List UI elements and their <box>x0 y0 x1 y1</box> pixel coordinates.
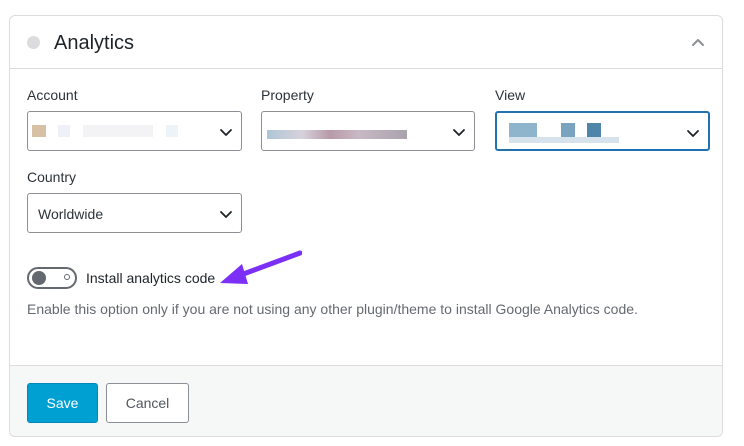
status-dot <box>27 36 40 49</box>
redacted-value <box>509 123 537 137</box>
redacted-value <box>83 125 153 137</box>
chevron-down-icon <box>452 125 466 139</box>
panel-footer: Save Cancel <box>10 365 722 436</box>
cancel-button[interactable]: Cancel <box>106 383 189 423</box>
panel-header[interactable]: Analytics <box>10 16 722 69</box>
help-text: Enable this option only if you are not u… <box>27 301 638 317</box>
toggle-knob <box>32 271 46 285</box>
arrow-icon <box>216 250 303 295</box>
chevron-down-icon <box>219 207 233 221</box>
install-analytics-toggle[interactable] <box>27 267 77 289</box>
redacted-value <box>166 125 178 137</box>
view-select[interactable] <box>495 111 710 151</box>
toggle-off-indicator <box>64 274 70 280</box>
redacted-value <box>509 137 619 143</box>
redacted-value <box>561 123 575 137</box>
redacted-value <box>58 125 70 137</box>
redacted-value <box>587 123 601 137</box>
view-label: View <box>495 87 526 103</box>
chevron-up-icon[interactable] <box>688 32 708 52</box>
redacted-value <box>267 130 407 139</box>
country-label: Country <box>27 169 77 185</box>
analytics-panel: Analytics Account Property View Country … <box>9 15 723 437</box>
country-select[interactable]: Worldwide <box>27 193 242 233</box>
country-value: Worldwide <box>38 206 104 222</box>
chevron-down-icon <box>686 126 700 140</box>
account-select[interactable] <box>27 111 242 151</box>
account-label: Account <box>27 87 78 103</box>
panel-title: Analytics <box>54 32 135 54</box>
redacted-value <box>32 125 46 137</box>
save-button[interactable]: Save <box>27 383 98 423</box>
property-select[interactable] <box>261 111 475 151</box>
chevron-down-icon <box>219 125 233 139</box>
install-analytics-label[interactable]: Install analytics code <box>86 269 215 287</box>
property-label: Property <box>261 87 314 103</box>
